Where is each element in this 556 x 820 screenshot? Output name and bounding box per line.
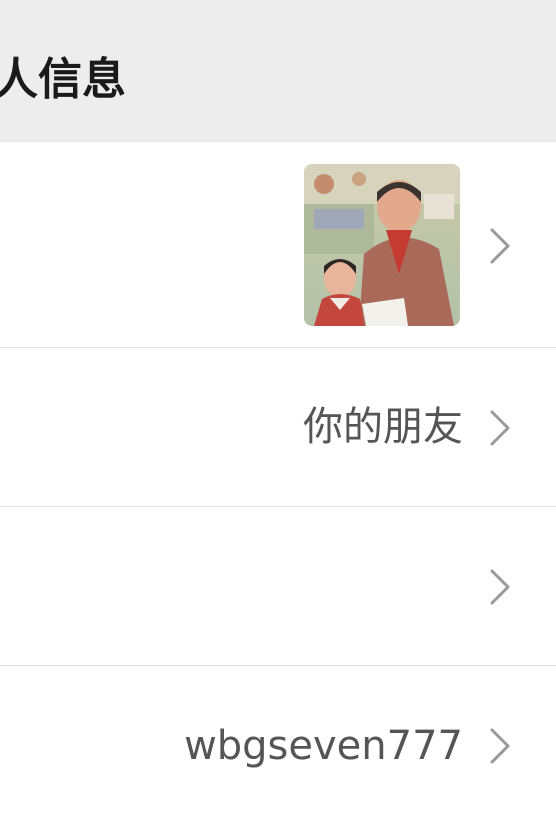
list-item-avatar[interactable]	[0, 141, 556, 348]
avatar[interactable]	[304, 164, 460, 326]
chevron-right-icon	[488, 226, 512, 266]
list-item-nickname[interactable]: 你的朋友	[0, 347, 556, 507]
page-title: 人信息	[0, 54, 126, 105]
list-item-wechat-id[interactable]: wbgseven777	[0, 665, 556, 820]
chevron-right-icon	[488, 408, 512, 448]
wechat-id-value: wbgseven777	[184, 723, 463, 769]
list-item-blank[interactable]	[0, 506, 556, 666]
chevron-right-icon	[488, 567, 512, 607]
chevron-right-icon	[488, 726, 512, 766]
page-header: 人信息	[0, 0, 556, 141]
nickname-value: 你的朋友	[303, 404, 463, 450]
